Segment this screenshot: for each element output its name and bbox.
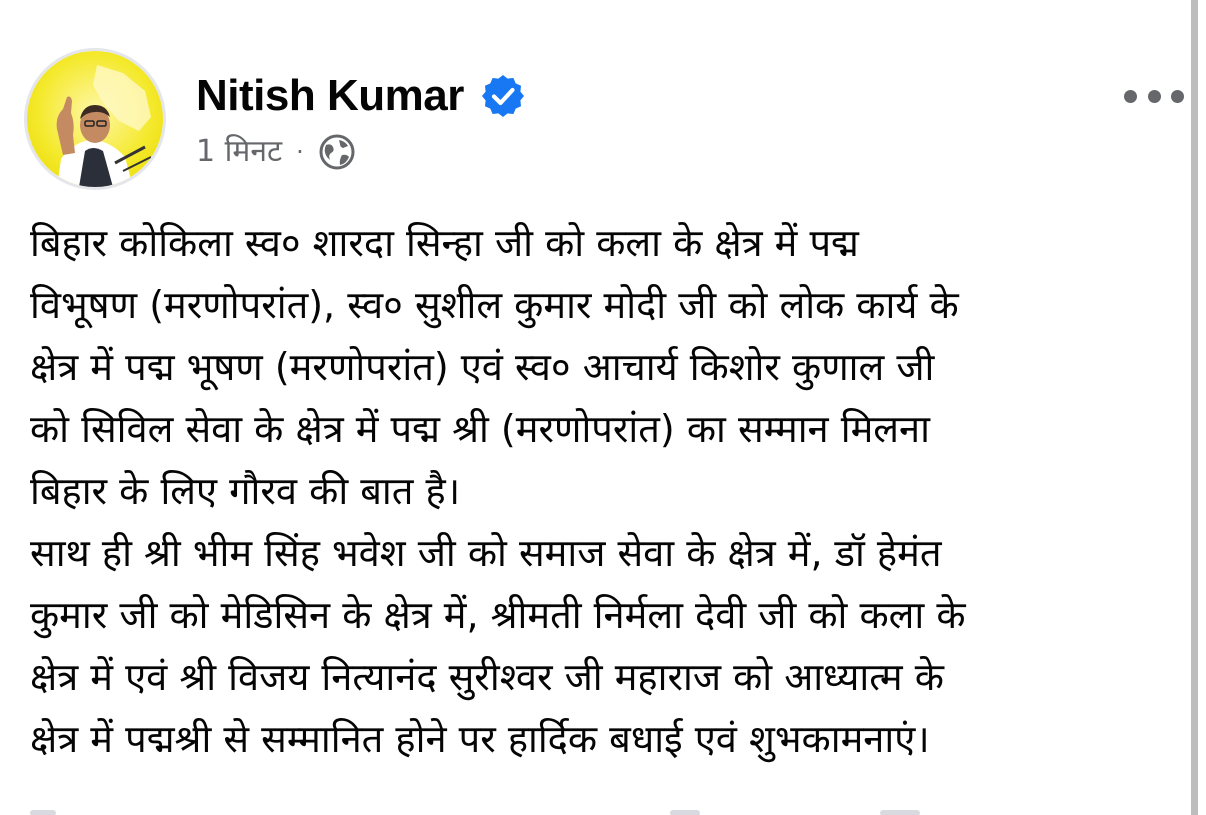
more-options-button[interactable] [1124, 84, 1184, 108]
facebook-post: Nitish Kumar 1 मिनट · बिहार कोकिला स्व० … [0, 0, 1206, 815]
post-subline: 1 मिनट · [196, 132, 526, 172]
post-meta: Nitish Kumar 1 मिनट · [196, 70, 526, 172]
post-timestamp[interactable]: 1 मिनट [196, 132, 282, 172]
author-row: Nitish Kumar [196, 70, 526, 122]
author-avatar[interactable] [24, 48, 166, 190]
post-paragraph-2: साथ ही श्री भीम सिंह भवेश जी को समाज सेव… [30, 531, 966, 761]
scrollbar[interactable] [1191, 0, 1198, 815]
post-text: बिहार कोकिला स्व० शारदा सिन्हा जी को कला… [30, 212, 1180, 770]
verified-badge-icon [481, 75, 524, 117]
profile-photo [27, 51, 163, 187]
globe-icon[interactable] [318, 133, 356, 171]
three-dots-icon [1124, 89, 1137, 103]
post-paragraph-1: बिहार कोकिला स्व० शारदा सिन्हा जी को कला… [30, 221, 959, 513]
post-header: Nitish Kumar 1 मिनट · [24, 48, 526, 190]
reaction-bar-peek [30, 804, 930, 815]
author-name[interactable]: Nitish Kumar [196, 70, 464, 122]
separator-dot: · [296, 138, 304, 166]
